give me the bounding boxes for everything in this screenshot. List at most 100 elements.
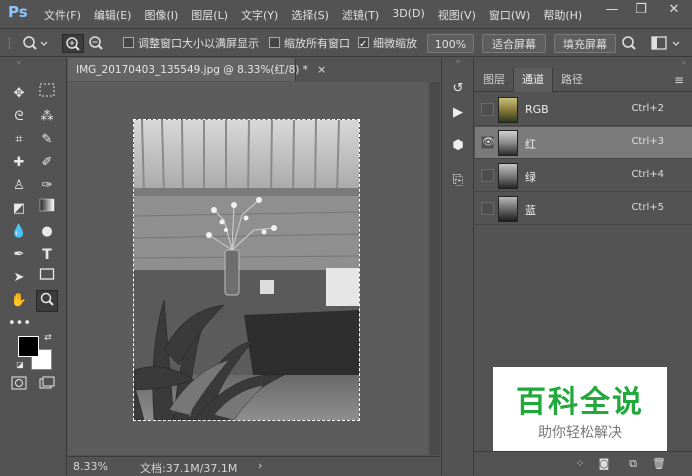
fit-screen-button[interactable]: 适合屏幕 [482,34,546,53]
blur-tool-icon[interactable]: 💧 [8,221,30,243]
zoom-100-button[interactable]: 100% [427,34,474,53]
actions-panel-icon[interactable]: ▶ [447,102,469,124]
menu-view[interactable]: 视图(V) [438,7,476,23]
menu-file[interactable]: 文件(F) [44,7,81,23]
resize-windows-label: 调整窗口大小以满屏显示 [138,37,259,50]
visibility-toggle[interactable] [481,103,494,116]
search-icon[interactable] [620,34,638,53]
history-brush-tool-icon[interactable]: ✑ [36,175,58,197]
3d-panel-icon[interactable]: ⬢ [447,135,469,157]
tab-paths[interactable]: 路径 [553,68,591,92]
document-image[interactable] [133,119,360,421]
new-channel-icon[interactable]: ⧉ [625,456,641,472]
zoom-in-icon[interactable] [62,34,84,53]
channel-row-red[interactable]: 👁 红 Ctrl+3 [475,127,692,159]
strip-collapse-icon[interactable]: » [447,58,469,66]
eye-icon[interactable]: 👁 [481,136,495,149]
document-window: IMG_20170403_135549.jpg @ 8.33%(红/8) * × [68,58,440,475]
checkbox-unchecked-icon [123,37,134,48]
options-bar: ┆ 调整窗口大小以满屏显示 缩放所有窗口 细微缩放 100% 适合屏幕 填充屏幕 [0,30,692,57]
checkbox-checked-icon [358,35,369,54]
workspace-switcher-icon[interactable] [650,34,686,53]
default-colors-icon[interactable]: ◪ [14,359,26,371]
hand-tool-icon[interactable]: ✋ [8,290,30,312]
channel-row-blue[interactable]: 蓝 Ctrl+5 [475,193,692,225]
marquee-tool-icon[interactable] [36,83,58,105]
checkbox-unchecked-icon [269,37,280,48]
fill-screen-button[interactable]: 填充屏幕 [554,34,616,53]
healing-brush-tool-icon[interactable]: ✚ [8,152,30,174]
channel-thumbnail [498,130,518,156]
zoom-out-icon[interactable] [86,34,108,53]
channel-name: 蓝 [525,204,536,217]
watermark-title: 百科全说 [516,385,644,420]
document-size: 文档:37.1M/37.1M [140,462,238,475]
scrubby-zoom-label: 细微缩放 [373,37,417,50]
rectangle-tool-icon[interactable] [36,267,58,289]
move-tool-icon[interactable]: ✥ [8,83,30,105]
menu-select[interactable]: 选择(S) [291,7,329,23]
document-tab[interactable]: IMG_20170403_135549.jpg @ 8.33%(红/8) * × [68,58,326,81]
history-panel-icon[interactable]: ↺ [447,78,469,100]
status-menu-arrow-icon[interactable]: › [258,459,262,472]
clone-stamp-tool-icon[interactable]: ♙ [8,175,30,197]
close-button[interactable]: ✕ [660,0,688,20]
menu-window[interactable]: 窗口(W) [489,7,530,23]
canvas-workspace[interactable] [68,82,428,455]
zoom-tool-icon[interactable] [36,290,58,312]
channel-shortcut: Ctrl+2 [631,103,664,114]
grip-handle: ┆ [6,37,13,50]
tab-channels[interactable]: 通道 [513,68,553,92]
type-tool-icon[interactable]: T [36,244,58,266]
eyedropper-tool-icon[interactable]: ✎ [36,129,58,151]
menu-filter[interactable]: 滤镜(T) [342,7,379,23]
minimize-button[interactable]: — [598,0,626,20]
status-bar: 8.33% 文档:37.1M/37.1M › [68,456,440,475]
panel-tabs: 图层 通道 路径 ≡ [475,68,692,92]
collapsed-panels-strip: » ↺ ▶ ⬢ ⎘ [441,58,474,475]
menu-help[interactable]: 帮助(H) [543,7,582,23]
vertical-scrollbar[interactable] [430,82,440,455]
eraser-tool-icon[interactable]: ◩ [8,198,30,220]
visibility-toggle[interactable] [481,202,494,215]
crop-tool-icon[interactable]: ⌗ [8,129,30,151]
zoom-level[interactable]: 8.33% [73,460,108,473]
quick-mask-icon[interactable] [8,376,30,398]
load-channel-selection-icon[interactable]: ⁘ [572,456,588,472]
channels-panel-footer: ⁘ ◙ ⧉ 🗑 [475,451,692,475]
properties-panel-icon[interactable]: ⎘ [447,170,469,192]
brush-tool-icon[interactable]: ✐ [36,152,58,174]
save-selection-channel-icon[interactable]: ◙ [596,456,612,472]
resize-windows-checkbox[interactable]: 调整窗口大小以满屏显示 [123,34,259,53]
maximize-button[interactable]: ❐ [627,0,655,20]
panel-menu-icon[interactable]: ≡ [674,73,684,87]
swap-colors-icon[interactable]: ⇄ [42,332,54,344]
close-tab-icon[interactable]: × [317,64,326,76]
path-selection-tool-icon[interactable]: ➤ [8,267,30,289]
visibility-toggle[interactable] [481,169,494,182]
pen-tool-icon[interactable]: ✒ [8,244,30,266]
menu-3d[interactable]: 3D(D) [392,7,425,23]
panel-collapse-icon[interactable]: « [8,59,30,67]
menu-layer[interactable]: 图层(L) [191,7,228,23]
delete-channel-icon[interactable]: 🗑 [651,456,667,472]
tab-layers[interactable]: 图层 [475,68,513,92]
channel-name: 红 [525,138,536,151]
menu-type[interactable]: 文字(Y) [241,7,278,23]
lasso-tool-icon[interactable]: ᘓ [8,106,30,128]
menu-image[interactable]: 图像(I) [144,7,178,23]
channel-row-green[interactable]: 绿 Ctrl+4 [475,160,692,192]
zoom-tool-preset-icon[interactable] [20,34,52,53]
zoom-all-windows-checkbox[interactable]: 缩放所有窗口 [269,34,350,53]
gradient-tool-icon[interactable] [36,198,58,220]
foreground-color-swatch[interactable] [18,336,39,357]
main-menu: 文件(F) 编辑(E) 图像(I) 图层(L) 文字(Y) 选择(S) 滤镜(T… [44,7,595,23]
magic-wand-tool-icon[interactable]: ⁂ [36,106,58,128]
screen-mode-icon[interactable] [36,376,58,398]
menu-edit[interactable]: 编辑(E) [94,7,132,23]
panel-collapse-icon[interactable]: » [681,58,686,67]
channel-row-rgb[interactable]: RGB Ctrl+2 [475,94,692,126]
more-tools-icon[interactable]: ••• [8,313,31,335]
scrubby-zoom-checkbox[interactable]: 细微缩放 [358,34,417,54]
dodge-tool-icon[interactable]: ● [36,221,58,243]
